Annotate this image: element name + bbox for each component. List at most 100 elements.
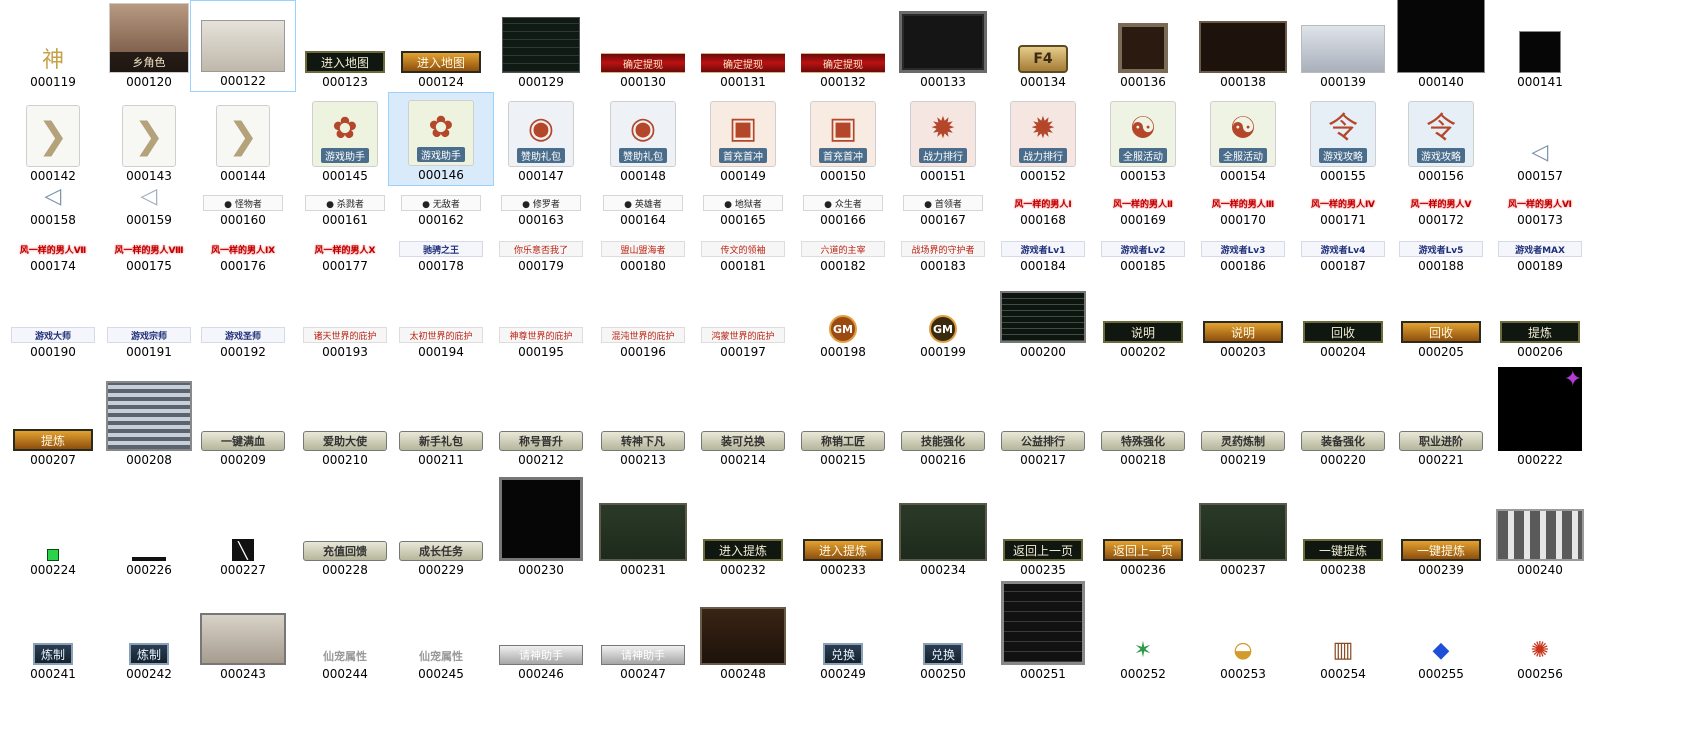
- file-item[interactable]: 游戏者Lv3 000186: [1190, 230, 1296, 276]
- file-item[interactable]: 一键满血 000209: [190, 362, 296, 470]
- file-item[interactable]: 你乐意否我了 000179: [488, 230, 594, 276]
- file-item[interactable]: 000226: [96, 470, 202, 580]
- file-item[interactable]: 000138: [1190, 0, 1296, 92]
- file-item[interactable]: 000237: [1190, 470, 1296, 580]
- file-item[interactable]: 风一样的男人Ⅲ 000170: [1190, 186, 1296, 230]
- file-item[interactable]: ✺ 000256: [1488, 580, 1592, 684]
- file-item[interactable]: ❯ 000143: [96, 92, 202, 186]
- file-item[interactable]: 风一样的男人Ⅹ 000177: [292, 230, 398, 276]
- file-item[interactable]: 000208: [96, 362, 202, 470]
- file-item[interactable]: 风一样的男人Ⅷ 000175: [96, 230, 202, 276]
- file-item[interactable]: 盟山盟海者 000180: [590, 230, 696, 276]
- file-item[interactable]: 职业进阶 000221: [1388, 362, 1494, 470]
- file-item[interactable]: 返回上一页 000235: [990, 470, 1096, 580]
- file-item[interactable]: 兑换 000249: [790, 580, 896, 684]
- file-item[interactable]: 000140: [1388, 0, 1494, 92]
- file-item[interactable]: 特殊强化 000218: [1090, 362, 1196, 470]
- file-item[interactable]: 进入提炼 000232: [690, 470, 796, 580]
- file-item[interactable]: 乡角色 000120: [96, 0, 202, 92]
- file-item[interactable]: 游戏圣师 000192: [190, 276, 296, 362]
- file-item[interactable]: 000141: [1488, 0, 1592, 92]
- file-item[interactable]: 提炼 000207: [0, 362, 106, 470]
- file-item[interactable]: 说明 000202: [1090, 276, 1196, 362]
- file-item[interactable]: 一键提炼 000239: [1388, 470, 1494, 580]
- file-item[interactable]: 灵药炼制 000219: [1190, 362, 1296, 470]
- file-item[interactable]: ╲ 000227: [190, 470, 296, 580]
- file-item[interactable]: 令游戏攻略 000156: [1388, 92, 1494, 186]
- file-item[interactable]: 风一样的男人Ⅰ 000168: [990, 186, 1096, 230]
- file-item[interactable]: 风一样的男人Ⅴ 000172: [1388, 186, 1494, 230]
- file-item[interactable]: 混沌世界的庇护 000196: [590, 276, 696, 362]
- file-item[interactable]: 风一样的男人Ⅱ 000169: [1090, 186, 1196, 230]
- file-item[interactable]: 鸿蒙世界的庇护 000197: [690, 276, 796, 362]
- file-item[interactable]: ● 修罗者 000163: [488, 186, 594, 230]
- file-item[interactable]: 游戏宗师 000191: [96, 276, 202, 362]
- file-item[interactable]: ✿ 游戏助手 000145: [292, 92, 398, 186]
- file-item[interactable]: 风一样的男人Ⅶ 000174: [0, 230, 106, 276]
- file-item[interactable]: 000139: [1290, 0, 1396, 92]
- file-item[interactable]: 太初世界的庇护 000194: [388, 276, 494, 362]
- file-item[interactable]: 000136: [1090, 0, 1196, 92]
- file-item[interactable]: 称销工匠 000215: [790, 362, 896, 470]
- file-item[interactable]: 爱助大使 000210: [292, 362, 398, 470]
- file-item[interactable]: 令游戏攻略 000155: [1290, 92, 1396, 186]
- file-item[interactable]: 说明 000203: [1190, 276, 1296, 362]
- file-item[interactable]: 诸天世界的庇护 000193: [292, 276, 398, 362]
- file-item[interactable]: 游戏大师 000190: [0, 276, 106, 362]
- file-item[interactable]: 六道的主宰 000182: [790, 230, 896, 276]
- file-item[interactable]: ● 地狱者 000165: [690, 186, 796, 230]
- file-item[interactable]: 装可兑换 000214: [690, 362, 796, 470]
- file-item[interactable]: 000129: [488, 0, 594, 92]
- file-item[interactable]: 请神助手 000247: [590, 580, 696, 684]
- file-item[interactable]: ● 怪物者 000160: [190, 186, 296, 230]
- file-item[interactable]: ✶ 000252: [1090, 580, 1196, 684]
- file-item[interactable]: 000224: [0, 470, 106, 580]
- file-item[interactable]: 000234: [890, 470, 996, 580]
- file-item[interactable]: ◆ 000255: [1388, 580, 1494, 684]
- file-item[interactable]: 风一样的男人Ⅵ 000173: [1488, 186, 1592, 230]
- file-item[interactable]: F4 000134: [990, 0, 1096, 92]
- file-item[interactable]: GM 000199: [890, 276, 996, 362]
- file-item[interactable]: 回收 000204: [1290, 276, 1396, 362]
- file-item[interactable]: ◁ 000159: [96, 184, 202, 230]
- file-item[interactable]: 000200: [990, 276, 1096, 362]
- file-item[interactable]: 请神助手 000246: [488, 580, 594, 684]
- file-item[interactable]: 提炼 000206: [1488, 276, 1592, 362]
- file-item[interactable]: ❯ 000144: [190, 92, 296, 186]
- file-item[interactable]: 返回上一页 000236: [1090, 470, 1196, 580]
- file-item[interactable]: 充值回馈 000228: [292, 470, 398, 580]
- file-item[interactable]: 神 000119: [0, 0, 106, 92]
- file-item[interactable]: GM 000198: [790, 276, 896, 362]
- file-item[interactable]: 000122: [190, 0, 296, 92]
- file-item[interactable]: ▥ 000254: [1290, 580, 1396, 684]
- file-item[interactable]: 新手礼包 000211: [388, 362, 494, 470]
- file-item[interactable]: 000251: [990, 580, 1096, 684]
- file-item[interactable]: 一键提炼 000238: [1290, 470, 1396, 580]
- file-item[interactable]: 游戏者Lv2 000185: [1090, 230, 1196, 276]
- file-item[interactable]: ✦ 000222: [1488, 362, 1592, 470]
- file-item[interactable]: 公益排行 000217: [990, 362, 1096, 470]
- file-item[interactable]: 风一样的男人Ⅸ 000176: [190, 230, 296, 276]
- file-item[interactable]: 进入地图 000123: [292, 0, 398, 92]
- file-item[interactable]: 成长任务 000229: [388, 470, 494, 580]
- file-item[interactable]: ▣ 首充首冲 000150: [790, 92, 896, 186]
- file-item[interactable]: 装备强化 000220: [1290, 362, 1396, 470]
- file-item[interactable]: 000240: [1488, 470, 1592, 580]
- file-item[interactable]: ❯ 000142: [0, 92, 106, 186]
- file-item[interactable]: 驰骋之王 000178: [388, 230, 494, 276]
- file-item[interactable]: 炼制 000242: [96, 580, 202, 684]
- file-item[interactable]: ● 首领者 000167: [890, 186, 996, 230]
- file-item[interactable]: 风一样的男人Ⅳ 000171: [1290, 186, 1396, 230]
- file-item[interactable]: ✹ 战力排行 000151: [890, 92, 996, 186]
- file-item[interactable]: ● 众生者 000166: [790, 186, 896, 230]
- file-item[interactable]: 进入地图 000124: [388, 0, 494, 92]
- file-item[interactable]: ☯ 全服活动 000154: [1190, 92, 1296, 186]
- file-item[interactable]: ● 英雄者 000164: [590, 186, 696, 230]
- file-item[interactable]: 000230: [488, 470, 594, 580]
- file-item[interactable]: ▣ 首充首冲 000149: [690, 92, 796, 186]
- file-item[interactable]: 游戏者Lv4 000187: [1290, 230, 1396, 276]
- file-item[interactable]: 兑换 000250: [890, 580, 996, 684]
- file-item[interactable]: 进入提炼 000233: [790, 470, 896, 580]
- file-item[interactable]: ◁ 000157: [1488, 92, 1592, 186]
- file-item[interactable]: 技能强化 000216: [890, 362, 996, 470]
